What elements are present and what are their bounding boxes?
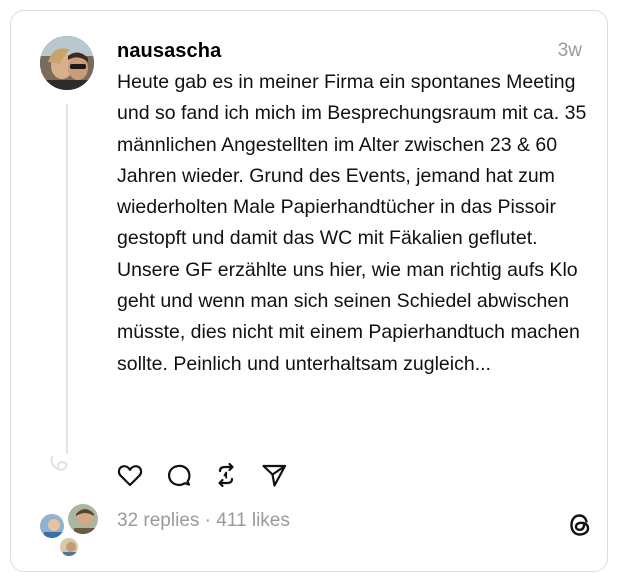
thread-loop-icon bbox=[50, 456, 68, 471]
replier-avatar[interactable] bbox=[38, 512, 66, 540]
stats-separator: · bbox=[199, 510, 217, 531]
thread-connector-line bbox=[66, 104, 68, 454]
replier-avatar[interactable] bbox=[66, 502, 100, 536]
replier-avatar[interactable] bbox=[58, 536, 80, 558]
likes-count-link[interactable]: 411 likes bbox=[216, 510, 290, 531]
comment-icon[interactable] bbox=[165, 461, 193, 489]
post-text: Heute gab es in meiner Firma ein spontan… bbox=[117, 71, 587, 375]
author-username[interactable]: nausascha bbox=[117, 40, 221, 63]
post-timestamp: 3w bbox=[557, 40, 582, 61]
heart-icon[interactable] bbox=[116, 461, 144, 489]
repost-icon[interactable] bbox=[212, 461, 240, 489]
author-avatar[interactable] bbox=[40, 36, 94, 90]
post-stats: 32 replies · 411 likes bbox=[117, 510, 290, 532]
share-icon[interactable] bbox=[260, 461, 288, 489]
threads-logo-icon[interactable] bbox=[566, 510, 594, 540]
replies-count-link[interactable]: 32 replies bbox=[117, 510, 199, 531]
